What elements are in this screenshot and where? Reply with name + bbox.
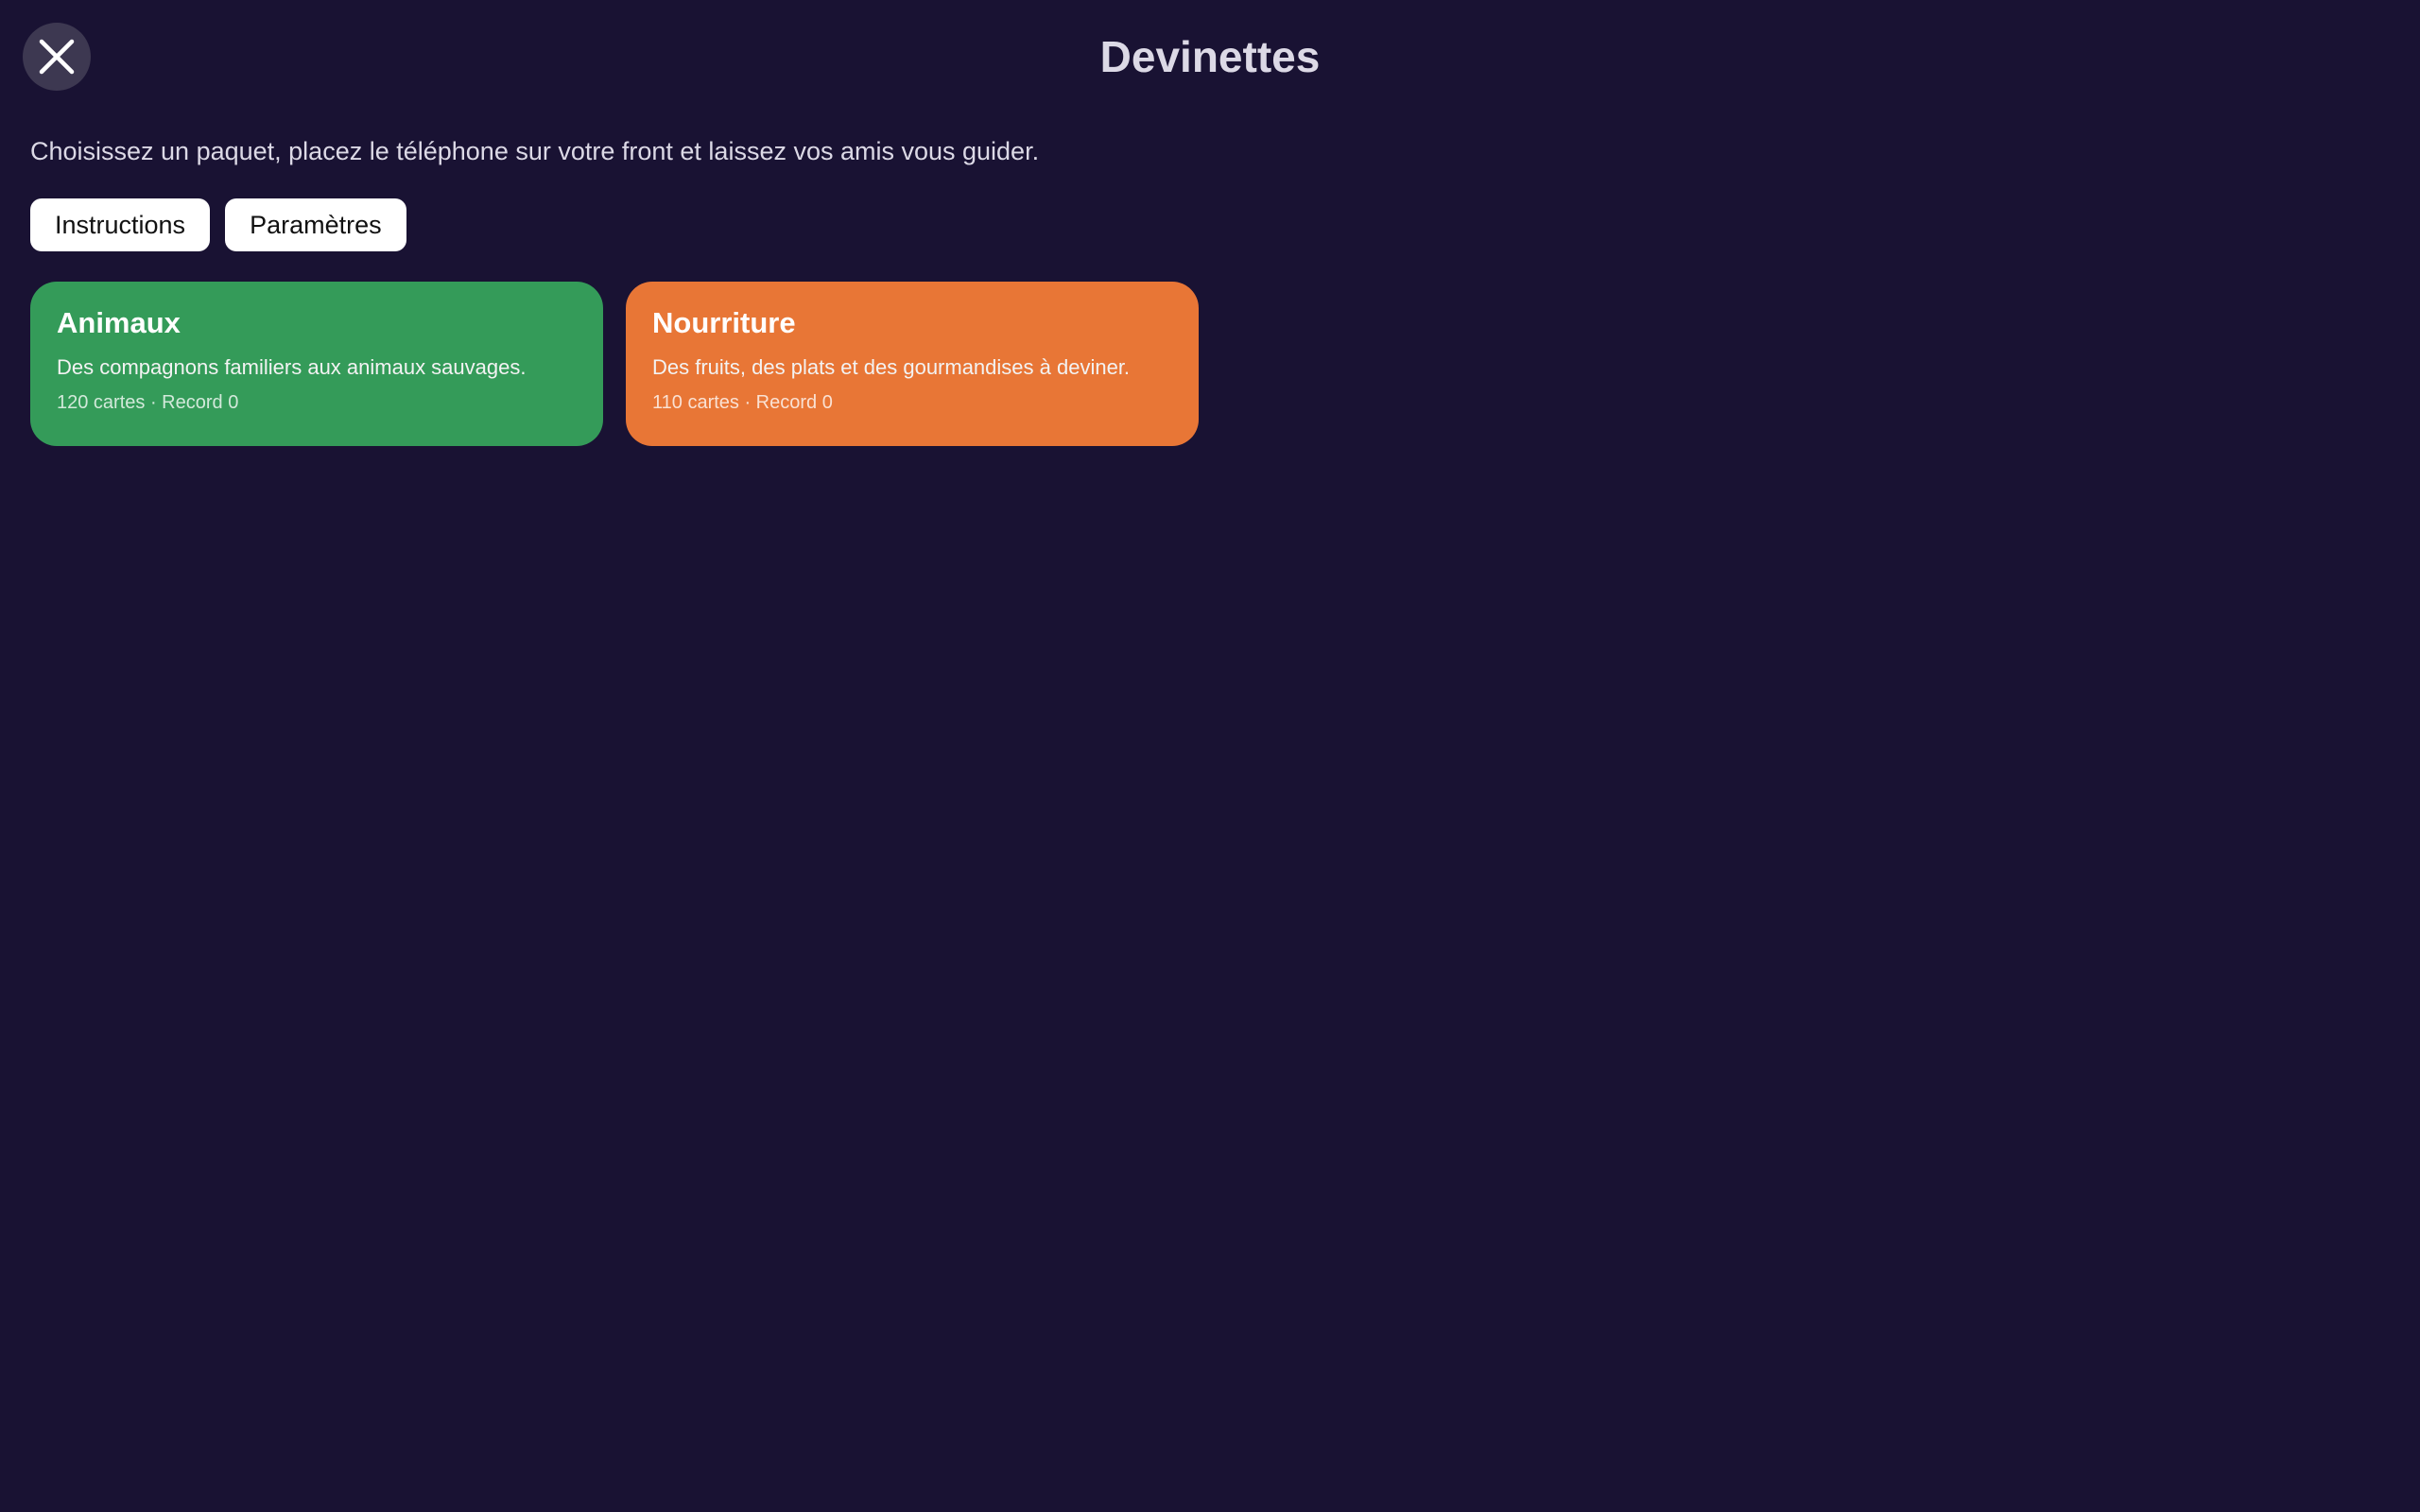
page-title: Devinettes [1099,32,1321,81]
deck-meta: 120 cartes · Record 0 [57,392,239,413]
deck-description: Des fruits, des plats et des gourmandise… [652,355,1131,379]
deck-card-animaux[interactable]: Animaux Des compagnons familiers aux ani… [30,282,603,446]
deck-name: Animaux [57,306,181,339]
instructions-button[interactable]: Instructions [30,198,211,251]
settings-button[interactable]: Paramètres [225,198,406,251]
action-buttons: Instructions Paramètres [30,198,406,251]
intro-text: Choisissez un paquet, placez le téléphon… [30,137,1040,165]
deck-card-nourriture[interactable]: Nourriture Des fruits, des plats et des … [626,282,1199,446]
deck-meta: 110 cartes · Record 0 [652,392,833,413]
deck-name: Nourriture [652,306,796,339]
deck-description: Des compagnons familiers aux animaux sau… [57,355,527,379]
deck-list: Animaux Des compagnons familiers aux ani… [30,282,1199,446]
